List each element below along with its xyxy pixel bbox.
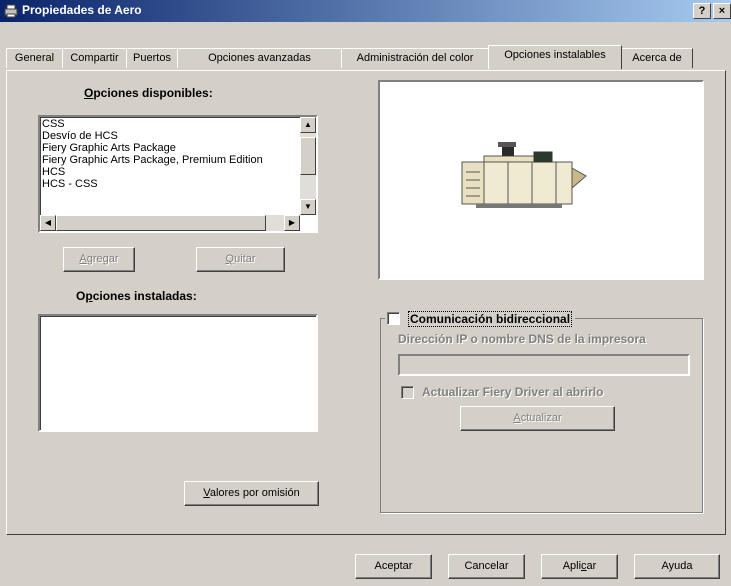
printer-icon: [461, 142, 587, 208]
tab-opciones-avanzadas[interactable]: Opciones avanzadas: [177, 48, 342, 68]
apply-pre: Apli: [562, 560, 582, 572]
title-bar: Propiedades de Aero ? ×: [0, 0, 731, 22]
cancel-button[interactable]: Cancelar: [448, 554, 525, 579]
update-accel: A: [513, 412, 521, 424]
update-button[interactable]: Actualizar: [460, 406, 615, 431]
add-accel: A: [79, 253, 87, 265]
scroll-down-icon[interactable]: ▼: [300, 199, 316, 215]
help-button[interactable]: ?: [693, 3, 711, 19]
available-options-list[interactable]: CSS Desvío de HCS Fiery Graphic Arts Pac…: [38, 115, 318, 233]
defaults-button[interactable]: Valores por omisión: [184, 481, 319, 506]
installed-options-list[interactable]: [38, 314, 318, 432]
installed-options-heading: Opciones instaladas:: [76, 289, 197, 303]
tab-puertos[interactable]: Puertos: [126, 48, 178, 68]
bidirectional-legend: Comunicación bidireccional: [385, 311, 576, 327]
bidirectional-checkbox[interactable]: [387, 312, 400, 325]
apply-button[interactable]: Aplicar: [541, 554, 618, 579]
list-item[interactable]: HCS - CSS: [40, 178, 316, 190]
ip-address-label: Dirección IP o nombre DNS de la impresor…: [398, 332, 646, 346]
installed-heading-rest: ciones instaladas:: [92, 289, 197, 303]
horizontal-scrollbar[interactable]: ◀ ▶: [40, 215, 300, 231]
tab-opciones-instalables[interactable]: Opciones instalables: [488, 45, 622, 69]
close-button[interactable]: ×: [713, 3, 731, 19]
window-title: Propiedades de Aero: [22, 3, 142, 17]
scroll-up-icon[interactable]: ▲: [300, 117, 316, 133]
add-button[interactable]: Agregar: [63, 247, 135, 272]
tab-administracion-color[interactable]: Administración del color: [341, 48, 489, 68]
list-item[interactable]: Fiery Graphic Arts Package, Premium Edit…: [40, 154, 316, 166]
list-item[interactable]: Fiery Graphic Arts Package: [40, 142, 316, 154]
printer-icon: [4, 4, 18, 18]
update-on-open-checkbox[interactable]: [401, 386, 414, 399]
scroll-thumb[interactable]: [300, 137, 316, 175]
list-item[interactable]: Desvío de HCS: [40, 130, 316, 142]
update-label: ctualizar: [520, 412, 562, 424]
defaults-label: alores por omisión: [209, 487, 300, 499]
remove-label: uitar: [234, 253, 256, 265]
ok-button[interactable]: Aceptar: [355, 554, 432, 579]
tab-general[interactable]: General: [6, 48, 63, 68]
tab-compartir[interactable]: Compartir: [62, 48, 127, 68]
available-heading-rest: pciones disponibles:: [93, 86, 213, 100]
available-options-heading: Opciones disponibles:: [84, 86, 213, 100]
scroll-right-icon[interactable]: ▶: [284, 215, 300, 231]
ip-address-input[interactable]: [398, 354, 690, 376]
help-footer-button[interactable]: Ayuda: [634, 554, 720, 579]
scroll-left-icon[interactable]: ◀: [40, 215, 56, 231]
vertical-scrollbar[interactable]: ▲ ▼: [300, 117, 316, 215]
apply-post: ar: [586, 560, 597, 572]
list-item[interactable]: HCS: [40, 166, 316, 178]
list-item[interactable]: CSS: [40, 118, 316, 130]
add-label: gregar: [86, 253, 119, 265]
remove-accel: Q: [225, 253, 235, 265]
installed-heading-accel: p: [85, 289, 93, 303]
tab-acerca-de[interactable]: Acerca de: [621, 48, 693, 68]
scroll-thumb-horizontal[interactable]: [56, 215, 266, 231]
available-heading-accel: O: [84, 86, 94, 100]
printer-preview: [378, 80, 704, 280]
remove-button[interactable]: Quitar: [196, 247, 285, 272]
installed-heading-pre: O: [76, 289, 86, 303]
bidirectional-label[interactable]: Comunicación bidireccional: [408, 311, 573, 327]
update-on-open-label: Actualizar Fiery Driver al abrirlo: [422, 385, 604, 399]
